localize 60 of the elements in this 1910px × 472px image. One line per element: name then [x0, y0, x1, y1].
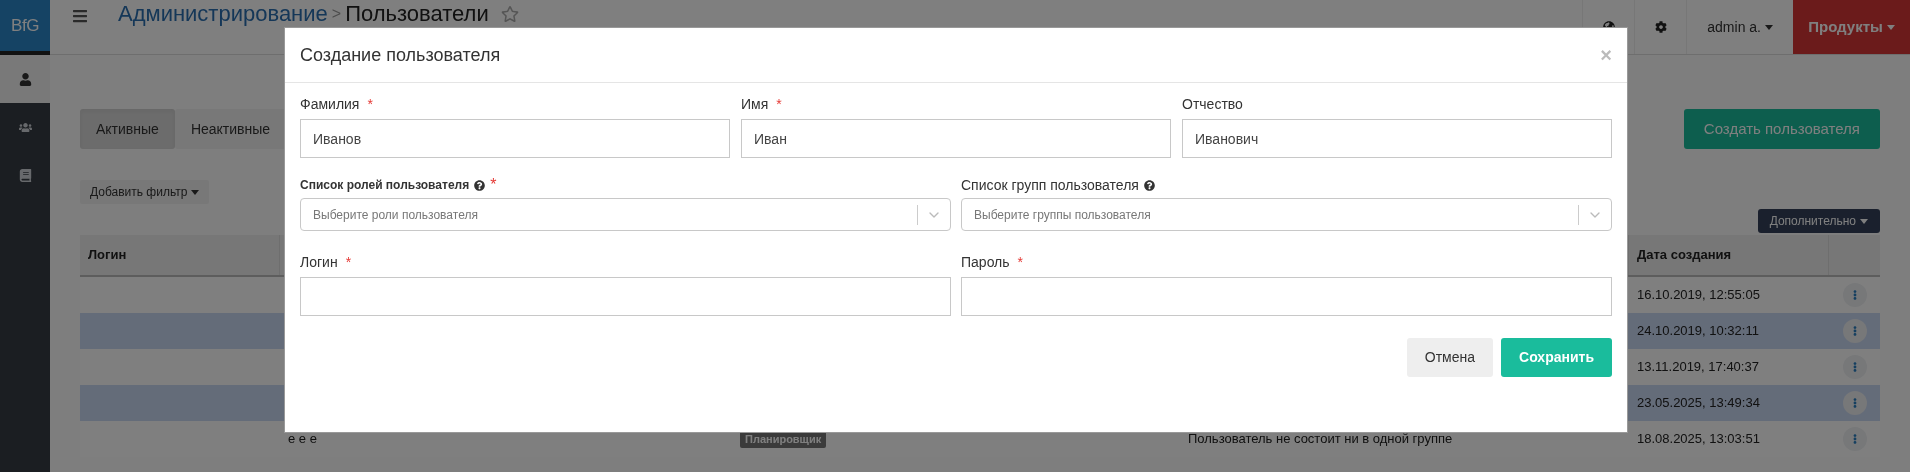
add-filter-button[interactable]: Добавить фильтр: [80, 180, 210, 204]
required-mark: *: [367, 94, 373, 114]
text-input[interactable]: Иванов: [300, 119, 730, 158]
tab[interactable]: Активные: [80, 109, 175, 149]
row-actions-button[interactable]: [1842, 355, 1867, 379]
help-icon[interactable]: [1143, 179, 1155, 191]
products-menu[interactable]: Продукты: [1793, 0, 1910, 54]
required-mark: *: [1017, 252, 1024, 272]
text-input[interactable]: [300, 277, 951, 316]
required-mark: *: [345, 252, 352, 272]
text-input[interactable]: [961, 277, 1612, 316]
book-icon: [18, 168, 32, 182]
field-label: Логин: [300, 252, 338, 272]
logo: BfG: [0, 0, 50, 55]
row-actions-button[interactable]: [1842, 427, 1867, 451]
caret-icon: [191, 190, 200, 196]
table-cell-text: 23.05.2025, 13:49:34: [1637, 394, 1760, 413]
field-label: Пароль: [961, 252, 1010, 272]
field-label: Список ролей пользователя: [300, 177, 470, 194]
caret-icon: [1860, 219, 1868, 225]
text-input[interactable]: Иванович: [1182, 119, 1612, 158]
field-label: Имя: [741, 94, 769, 114]
dialog-title: Создание пользователя: [300, 43, 501, 67]
caret-icon: [1765, 25, 1773, 31]
breadcrumb-separator: >: [331, 4, 342, 24]
column-header: Логин: [88, 246, 127, 265]
save-button[interactable]: Сохранить: [1501, 338, 1612, 377]
caret-icon: [1886, 25, 1895, 31]
star-icon[interactable]: [500, 4, 519, 23]
table-cell-text: 24.10.2019, 10:32:11: [1637, 322, 1759, 341]
table-cell-text: 13.11.2019, 17:40:37: [1637, 358, 1759, 377]
tab[interactable]: Неактивные: [174, 109, 287, 149]
required-mark: *: [776, 94, 782, 114]
select-placeholder: Выберите группы пользователя: [973, 206, 1152, 224]
cancel-button[interactable]: Отмена: [1406, 338, 1494, 377]
menu-icon[interactable]: [72, 8, 88, 24]
field-label: Список групп пользователя: [961, 175, 1139, 195]
row-actions-button[interactable]: [1842, 283, 1867, 307]
table-cell-text: Пользователь не состоит ни в одной группе: [1188, 430, 1453, 449]
row-actions-button[interactable]: [1842, 391, 1867, 415]
select-placeholder: Выберите роли пользователя: [312, 206, 479, 224]
select-field[interactable]: Выберите роли пользователя: [300, 198, 951, 231]
select-field[interactable]: Выберите группы пользователя: [961, 198, 1612, 231]
more-button[interactable]: Дополнительно: [1757, 209, 1880, 233]
row-actions-button[interactable]: [1842, 319, 1867, 343]
users-icon: [18, 120, 32, 134]
text-input[interactable]: Иван: [741, 119, 1171, 158]
table-cell-text: 16.10.2019, 12:55:05: [1637, 286, 1760, 305]
help-icon[interactable]: [474, 179, 486, 191]
column-header: Дата создания: [1637, 246, 1732, 265]
page-title: Пользователи: [345, 1, 489, 26]
user-icon: [18, 72, 32, 86]
field-label: Фамилия: [300, 94, 360, 114]
sidebar-item[interactable]: [0, 55, 50, 103]
table-cell-text: е е е: [288, 430, 317, 449]
settings-icon[interactable]: [1654, 21, 1667, 33]
required-mark: *: [490, 175, 497, 195]
breadcrumb-link[interactable]: Администрирование: [118, 1, 328, 26]
field-label: Отчество: [1182, 94, 1243, 114]
table-cell-text: 18.08.2025, 13:03:51: [1637, 430, 1760, 449]
